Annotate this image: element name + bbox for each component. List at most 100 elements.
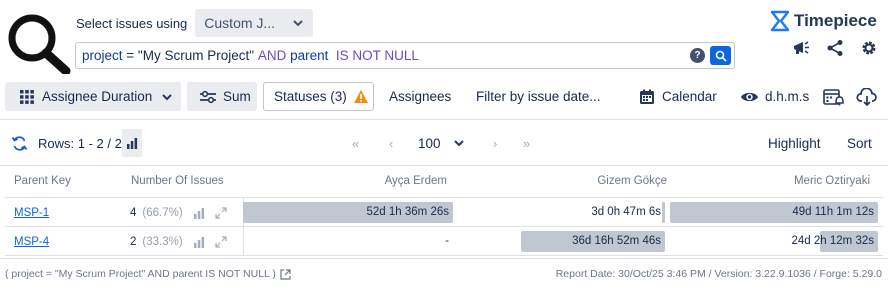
assignees-button[interactable]: Assignees: [389, 82, 451, 111]
search-logo-icon: [8, 14, 71, 74]
jql-query-input[interactable]: project = "My Scrum Project" AND parent …: [75, 42, 735, 69]
assignees-label: Assignees: [389, 89, 452, 104]
issue-source-value: Custom J...: [204, 15, 276, 31]
sliders-icon: [200, 90, 216, 103]
header-parent-key[interactable]: Parent Key: [14, 175, 71, 187]
select-issues-label: Select issues using: [76, 15, 188, 31]
sum-button[interactable]: Sum: [187, 82, 257, 111]
footer-query: ( project = "My Scrum Project" AND paren…: [5, 268, 276, 280]
rows-bar: Rows: 1 - 2 / 2 « ‹ 100 › » Highlight So…: [0, 128, 888, 158]
toolbar-divider: [0, 119, 888, 120]
calendar-icon: [640, 89, 654, 104]
parent-key-link[interactable]: MSP-4: [14, 236, 49, 248]
calendar-button[interactable]: Calendar: [639, 82, 717, 111]
brand-name: Timepiece: [794, 11, 877, 30]
first-page-button[interactable]: «: [352, 128, 359, 158]
duration-value: 24d 2h 12m 32s: [791, 235, 874, 247]
duration-cell[interactable]: 3d 0h 47m 6s: [460, 202, 665, 223]
jql-project-value: = "My Scrum Project": [126, 48, 255, 63]
chevron-down-icon: [453, 140, 464, 147]
refresh-icon: [11, 135, 28, 151]
rows-count: Rows: 1 - 2 / 2: [38, 135, 122, 151]
eye-icon: [741, 92, 758, 101]
bar-chart-icon: [127, 138, 138, 149]
hourglass-icon: [770, 10, 790, 32]
grid-icon: [20, 89, 34, 104]
report-type-dropdown[interactable]: Assignee Duration: [5, 82, 181, 111]
report-toolbar: Assignee Duration Sum Statuses (3) Assig…: [5, 82, 888, 111]
duration-cell[interactable]: 36d 16h 52m 46s: [460, 231, 665, 252]
duration-value: -: [445, 235, 449, 247]
calendar-label: Calendar: [662, 89, 717, 104]
expand-icon[interactable]: [215, 235, 227, 248]
page-size-dropdown[interactable]: 100: [418, 128, 464, 158]
duration-cell[interactable]: 52d 1h 36m 26s: [243, 202, 453, 223]
header-assignee-3[interactable]: Meric Oztiryaki: [794, 175, 870, 187]
time-format-label: d.h.m.s: [765, 89, 810, 104]
table-row: MSP-1 4 (66.7%) 52d 1h 36m 26s 3d 0h 47m 6s 4…: [5, 198, 883, 227]
brand-logo: Timepiece: [769, 10, 877, 32]
filter-date-button[interactable]: Filter by issue date...: [476, 82, 601, 111]
issue-source-selector: Select issues using Custom J...: [76, 9, 314, 37]
warning-icon: [353, 90, 368, 103]
header-assignee-1[interactable]: Ayça Erdem: [385, 175, 447, 187]
prev-page-button[interactable]: ‹: [389, 128, 393, 158]
external-link-icon: [280, 268, 291, 280]
statuses-label: Statuses (3): [274, 89, 347, 104]
search-icon: [715, 50, 727, 62]
rows-bar-divider: [0, 165, 888, 166]
duration-cell[interactable]: 49d 11h 1m 12s: [670, 202, 878, 223]
refresh-button[interactable]: [11, 128, 28, 158]
expand-icon[interactable]: [215, 206, 227, 219]
top-actions: [791, 38, 879, 58]
next-page-button[interactable]: ›: [493, 128, 497, 158]
header-number-of-issues[interactable]: Number Of Issues: [131, 175, 224, 187]
chevron-down-icon: [162, 93, 173, 100]
duration-cell[interactable]: -: [243, 231, 453, 252]
jql-field-parent: parent: [290, 48, 329, 63]
issue-source-dropdown[interactable]: Custom J...: [195, 9, 314, 37]
time-format-button[interactable]: d.h.m.s: [740, 82, 809, 111]
sort-button[interactable]: Sort: [847, 128, 872, 158]
cloud-download-button[interactable]: [856, 82, 878, 111]
bar-chart-icon[interactable]: [193, 207, 205, 219]
gear-icon[interactable]: [859, 38, 879, 58]
announcement-icon[interactable]: [791, 38, 811, 58]
last-page-button[interactable]: »: [523, 128, 530, 158]
issue-percent: (33.3%): [142, 235, 183, 248]
notifications-button[interactable]: [823, 82, 845, 111]
report-type-label: Assignee Duration: [42, 89, 153, 104]
issue-count: 2: [130, 235, 137, 248]
bell-calendar-icon: [823, 88, 844, 105]
share-icon[interactable]: [825, 38, 845, 58]
parent-key-link[interactable]: MSP-1: [14, 207, 49, 219]
cloud-download-icon: [856, 87, 877, 106]
table-header: Parent Key Number Of Issues Ayça Erdem G…: [0, 175, 888, 191]
duration-value: 49d 11h 1m 12s: [792, 206, 874, 218]
jql-and-keyword: AND: [257, 48, 287, 63]
duration-value: 3d 0h 47m 6s: [591, 206, 661, 218]
duration-bar: [662, 202, 665, 223]
duration-value: 36d 16h 52m 46s: [572, 235, 661, 247]
report-footer: ( project = "My Scrum Project" AND paren…: [0, 268, 888, 282]
footer-report-meta: Report Date: 30/Oct/25 3:46 PM / Version…: [555, 268, 882, 280]
sum-label: Sum: [223, 89, 251, 104]
chart-toggle-button[interactable]: [122, 129, 142, 157]
footer-divider: [0, 258, 888, 259]
filter-date-label: Filter by issue date...: [476, 89, 601, 104]
chevron-down-icon: [293, 20, 303, 27]
help-icon[interactable]: ?: [690, 48, 705, 63]
issue-count: 4: [130, 206, 137, 219]
search-button[interactable]: [710, 46, 731, 65]
duration-cell[interactable]: 24d 2h 12m 32s: [670, 231, 878, 252]
chart-toggle-wrap: [122, 128, 142, 158]
jql-tail: IS NOT NULL: [335, 48, 419, 63]
jql-field-project: project: [82, 48, 123, 63]
footer-query-link[interactable]: ( project = "My Scrum Project" AND paren…: [5, 268, 291, 280]
bar-chart-icon[interactable]: [193, 236, 205, 248]
header-assignee-2[interactable]: Gizem Gökçe: [597, 175, 667, 187]
statuses-button[interactable]: Statuses (3): [263, 82, 374, 111]
highlight-button[interactable]: Highlight: [768, 128, 821, 158]
table-row: MSP-4 2 (33.3%) - 36d 16h 52m 46s 24d 2h 12m …: [5, 227, 883, 256]
issue-percent: (66.7%): [142, 206, 183, 219]
